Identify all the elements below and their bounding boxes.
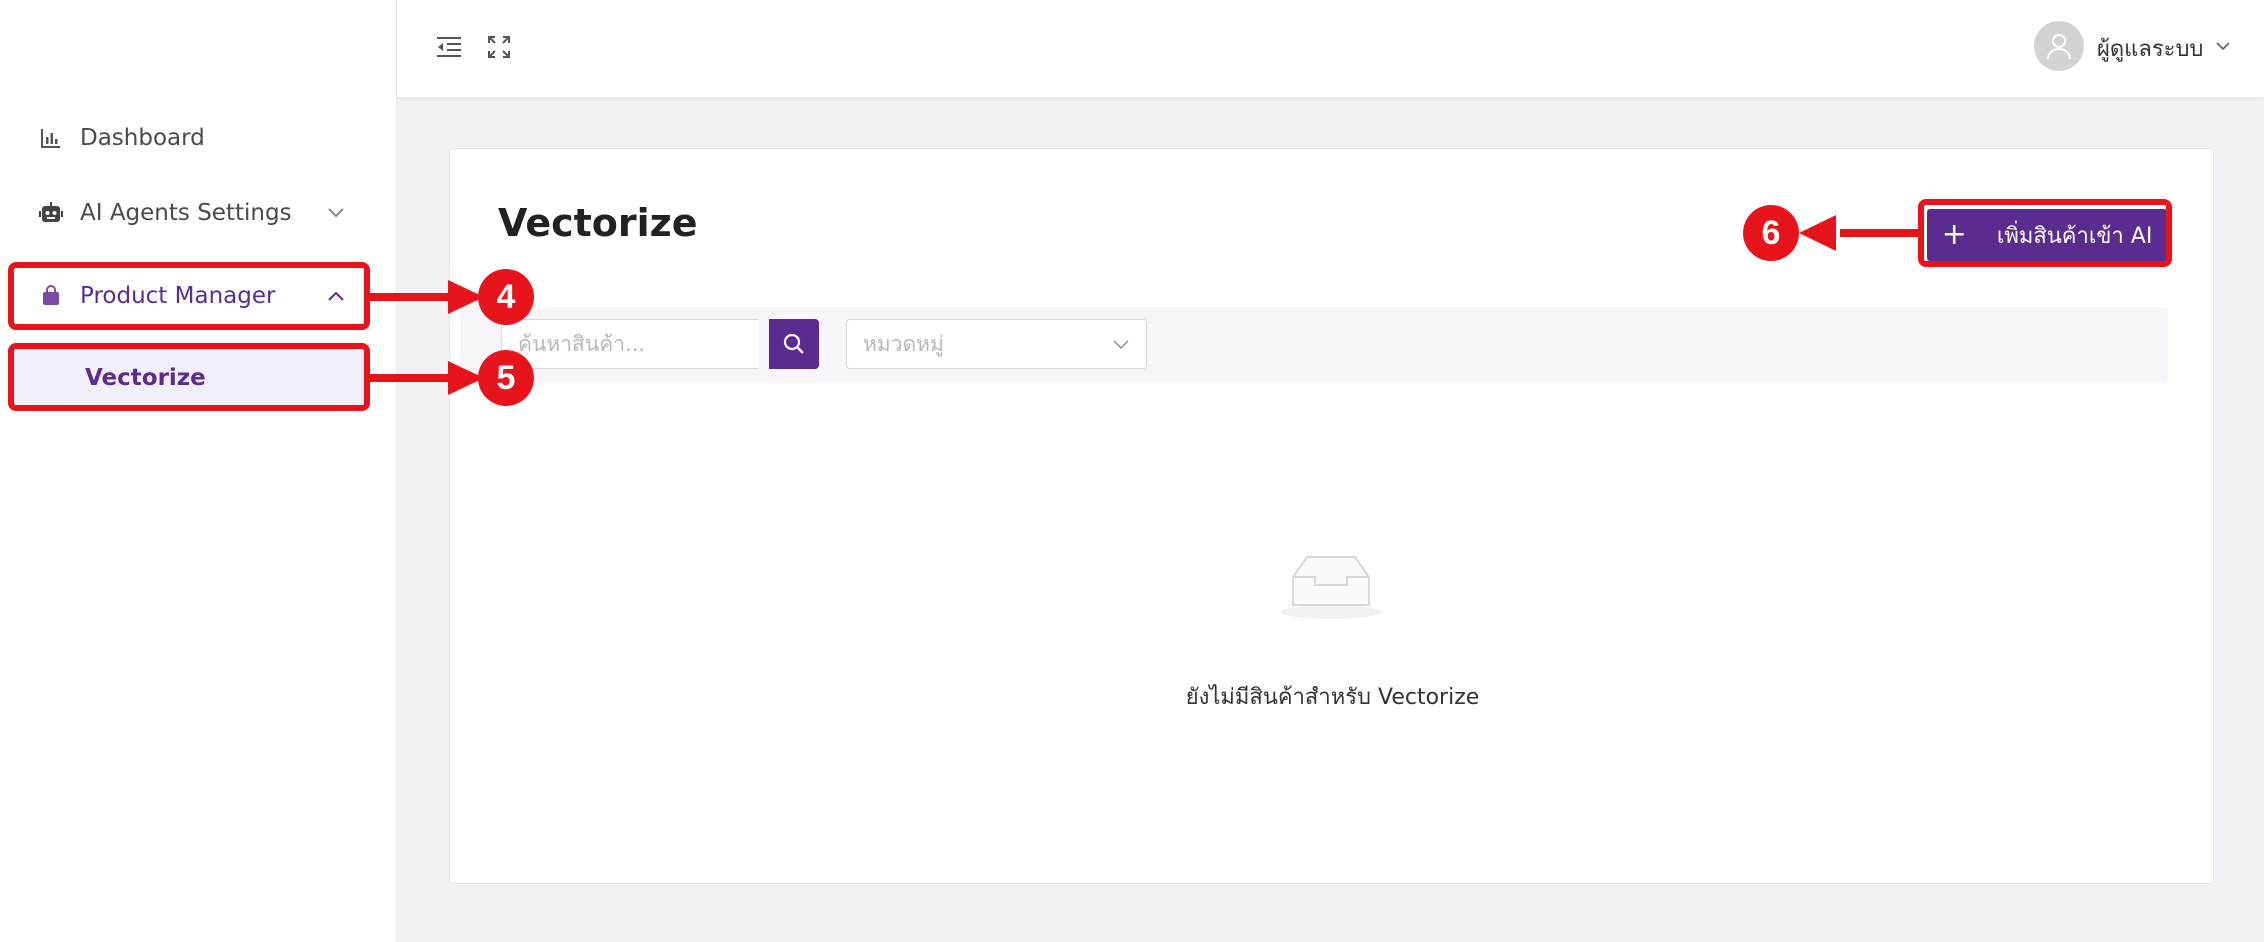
callout-badge-6: 6: [1743, 205, 1799, 261]
highlight-box-product-manager: [8, 262, 370, 330]
avatar[interactable]: [2034, 21, 2084, 71]
chevron-down-icon: [1110, 334, 1132, 356]
fullscreen-icon[interactable]: [484, 32, 514, 62]
sidebar-item-label: AI Agents Settings: [80, 200, 292, 226]
user-name[interactable]: ผู้ดูแลระบบ: [2097, 31, 2203, 66]
chevron-down-icon: [324, 201, 348, 225]
callout-badge-5: 5: [478, 350, 534, 406]
menu-fold-icon[interactable]: [434, 32, 464, 62]
category-select[interactable]: หมวดหมู่: [846, 319, 1147, 369]
chevron-down-icon[interactable]: [2212, 35, 2234, 57]
search-button[interactable]: [769, 319, 819, 369]
robot-icon: [38, 200, 64, 226]
top-header: ผู้ดูแลระบบ: [397, 0, 2264, 97]
sidebar-item-ai-agents-settings[interactable]: AI Agents Settings: [10, 184, 364, 242]
empty-inbox-icon: [1281, 556, 1381, 619]
category-placeholder: หมวดหมู่: [863, 331, 944, 356]
search-icon: [783, 333, 804, 354]
sidebar: Dashboard AI Agents Settings Product Man…: [0, 0, 397, 942]
highlight-box-vectorize: [8, 343, 370, 411]
sidebar-item-dashboard[interactable]: Dashboard: [10, 109, 364, 167]
empty-state-text: ยังไม่มีสินค้าสำหรับ Vectorize: [1185, 685, 1480, 710]
callout-badge-4: 4: [478, 269, 534, 325]
search-input[interactable]: [501, 319, 759, 369]
app-root: Dashboard AI Agents Settings Product Man…: [0, 0, 2264, 942]
page-title: Vectorize: [498, 201, 698, 245]
highlight-box-add-button: [1918, 199, 2172, 267]
sidebar-item-label: Dashboard: [80, 125, 205, 151]
bar-chart-icon: [38, 125, 64, 151]
